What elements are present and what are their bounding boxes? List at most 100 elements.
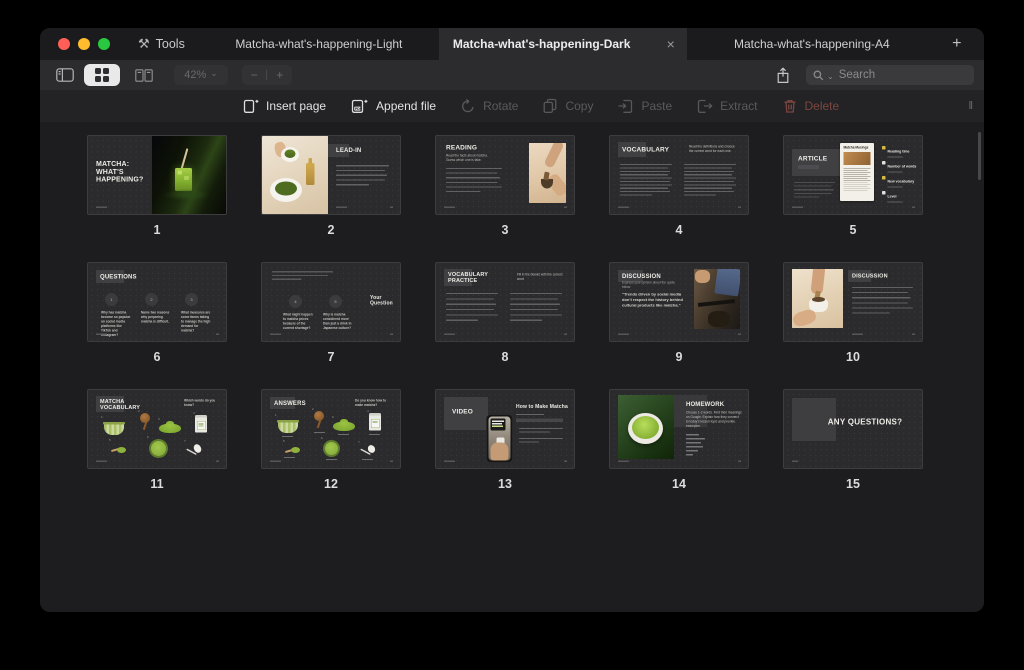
article-doc-title: Matcha Musings — [844, 146, 869, 150]
illustration-scoop — [313, 411, 325, 429]
slide-canvas: ANY QUESTIONS? — [784, 390, 922, 468]
page-thumbnail[interactable]: DISCUSSION 10 — [766, 262, 940, 364]
illustration-matcha-tin — [195, 415, 207, 433]
question-number-badge: 5 — [329, 295, 342, 308]
tab-matcha-light[interactable]: Matcha-what's-happening-Light — [199, 28, 439, 60]
slide-canvas: ANSWERS Do you know how to make matcha? … — [262, 390, 400, 468]
page-thumbnail[interactable]: MATCHA: WHAT'S HAPPENING? 1 — [70, 135, 244, 237]
slide-title: READING — [446, 144, 477, 151]
word-count-icon — [882, 161, 886, 165]
extract-button[interactable]: Extract — [696, 98, 757, 114]
article-fact: Reading time — [882, 146, 917, 158]
tab-matcha-a4[interactable]: Matcha-what's-happening-A4 — [687, 28, 937, 60]
close-window-button[interactable] — [58, 38, 70, 50]
minimize-window-button[interactable] — [78, 38, 90, 50]
share-button[interactable] — [770, 64, 796, 86]
stepper-divider — [266, 70, 267, 80]
grid-view-button[interactable] — [84, 64, 120, 86]
matcha-scooping-photo — [792, 269, 843, 328]
search-options-chevron-icon[interactable]: ⌄ — [827, 72, 834, 81]
toolbar-overflow-handle[interactable]: ‖ — [968, 90, 974, 122]
slide-canvas: VIDEO How to Make Matcha — [436, 390, 574, 468]
page-thumbnail[interactable]: ANY QUESTIONS? 15 — [766, 389, 940, 491]
page-thumbnail[interactable]: VOCABULARY PRACTICE Fill in the blanks w… — [418, 262, 592, 364]
two-page-icon — [135, 69, 153, 82]
question-number-badge: 2 — [145, 293, 158, 306]
append-file-button[interactable]: PDF Append file — [350, 98, 436, 114]
slide-body: Choose 1-2 words. Find their meanings on… — [686, 411, 742, 429]
side-label: Your Question — [370, 295, 397, 306]
sidebar-toggle-button[interactable] — [52, 64, 78, 86]
page-number: 8 — [502, 350, 509, 364]
page-thumbnail[interactable]: VOCABULARY Read the definitions and choo… — [592, 135, 766, 237]
action-label: Extract — [720, 99, 757, 113]
sidebar-icon — [56, 68, 74, 82]
slide-canvas: MATCHA VOCABULARY Which words do you kno… — [88, 390, 226, 468]
page-number: 7 — [328, 350, 335, 364]
question-text: Name two reasons why preparing matcha is… — [141, 311, 172, 324]
new-vocabulary-icon — [882, 176, 886, 180]
question-text: What measures are some farms taking to m… — [181, 311, 212, 333]
question-number-badge: 3 — [185, 293, 198, 306]
zoom-out-button[interactable]: − — [251, 68, 258, 82]
page-thumbnail[interactable]: MATCHA VOCABULARY Which words do you kno… — [70, 389, 244, 491]
insert-page-button[interactable]: Insert page — [242, 98, 326, 114]
close-tab-icon[interactable]: × — [665, 36, 677, 52]
zoom-level-dropdown[interactable]: 42% ⌄ — [174, 65, 228, 85]
slide-canvas: QUESTIONS 1 2 3 Why has matcha become so… — [88, 263, 226, 341]
question-number-badge: 4 — [289, 295, 302, 308]
page-number: 2 — [328, 223, 335, 237]
tab-label: Matcha-what's-happening-A4 — [734, 37, 890, 51]
download-link-tag[interactable] — [798, 165, 819, 169]
page-thumbnail[interactable]: 4 5 What might happen to matcha prices b… — [244, 262, 418, 364]
illustration-matcha-bowl-top — [323, 440, 340, 457]
page-thumbnail[interactable]: LEAD-IN 2 — [244, 135, 418, 237]
zoom-in-button[interactable]: + — [276, 68, 283, 82]
scrollbar-thumb[interactable] — [978, 132, 981, 180]
page-number: 1 — [154, 223, 161, 237]
page-thumbnail[interactable]: HOMEWORK Choose 1-2 words. Find their me… — [592, 389, 766, 491]
rotate-button[interactable]: Rotate — [460, 98, 518, 114]
page-thumbnail[interactable]: DISCUSSION Express your opinion about th… — [592, 262, 766, 364]
paste-button[interactable]: Paste — [617, 98, 672, 114]
action-label: Rotate — [483, 99, 518, 113]
tab-matcha-dark[interactable]: Matcha-what's-happening-Dark × — [439, 28, 687, 60]
new-tab-button[interactable]: + — [941, 28, 973, 60]
svg-text:PDF: PDF — [355, 107, 362, 111]
slide-canvas: VOCABULARY Read the definitions and choo… — [610, 136, 748, 214]
search-input[interactable] — [837, 68, 967, 82]
slide-canvas: READING Read the facts about matcha. Gue… — [436, 136, 574, 214]
delete-button[interactable]: Delete — [782, 98, 840, 114]
slide-canvas: 4 5 What might happen to matcha prices b… — [262, 263, 400, 341]
slide-title: ANY QUESTIONS? — [815, 418, 915, 427]
slide-canvas: HOMEWORK Choose 1-2 words. Find their me… — [610, 390, 748, 468]
page-thumbnail[interactable]: READING Read the facts about matcha. Gue… — [418, 135, 592, 237]
question-text: Why is matcha considered more than just … — [323, 313, 355, 331]
two-page-view-button[interactable] — [126, 64, 162, 86]
append-file-icon: PDF — [350, 98, 369, 114]
text-placeholder-lines — [620, 164, 672, 196]
search-field[interactable]: ⌄ — [806, 65, 974, 85]
copy-button[interactable]: Copy — [542, 98, 593, 114]
search-icon — [813, 70, 824, 81]
slide-title: LEAD-IN — [336, 147, 361, 154]
slide-title: ARTICLE — [798, 155, 827, 162]
video-title: How to Make Matcha — [516, 404, 568, 410]
view-toolbar: 42% ⌄ − + ⌄ — [40, 60, 984, 90]
article-fact: New vocabulary — [882, 176, 917, 188]
page-thumbnail[interactable]: ARTICLE Matcha Musings Reading time Numb… — [766, 135, 940, 237]
zoom-window-button[interactable] — [98, 38, 110, 50]
question-number-badge: 1 — [105, 293, 118, 306]
page-thumbnail[interactable]: ANSWERS Do you know how to make matcha? … — [244, 389, 418, 491]
video-phone-thumbnail[interactable] — [486, 414, 513, 463]
page-thumbnail[interactable]: VIDEO How to Make Matcha — [418, 389, 592, 491]
video-link-highlight[interactable] — [516, 419, 563, 423]
grid-view-icon — [95, 68, 109, 82]
page-thumbnail[interactable]: QUESTIONS 1 2 3 Why has matcha become so… — [70, 262, 244, 364]
tools-menu-button[interactable]: ⚒ Tools — [124, 28, 199, 60]
tab-label: Matcha-what's-happening-Light — [235, 37, 402, 51]
slide-canvas: ARTICLE Matcha Musings Reading time Numb… — [784, 136, 922, 214]
text-placeholder-lines — [519, 438, 563, 443]
illustration-tea-bowl — [103, 420, 125, 435]
text-placeholder-lines — [336, 165, 389, 185]
